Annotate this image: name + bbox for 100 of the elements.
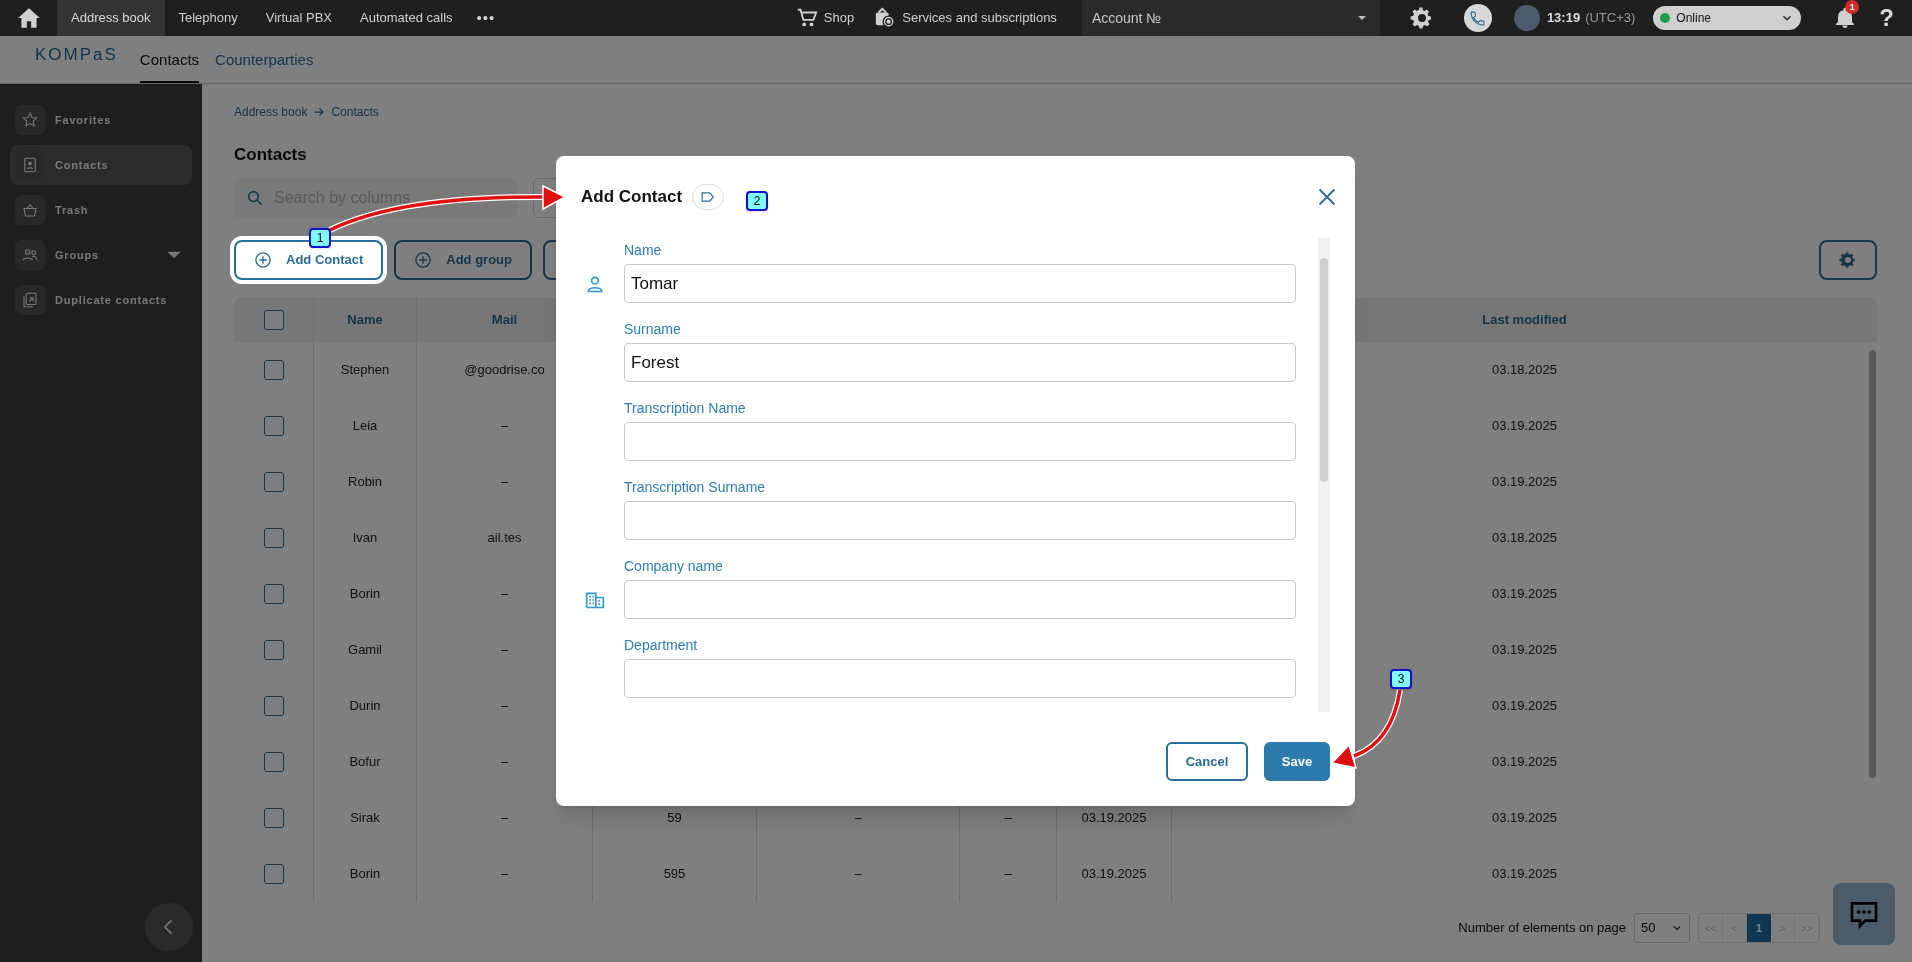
table-cell-text: 03.19.2025	[1491, 697, 1558, 716]
table-cell-text: 595	[663, 865, 686, 884]
checkbox[interactable]	[263, 584, 284, 604]
save-button[interactable]: Save	[1264, 742, 1330, 781]
checkbox[interactable]	[263, 640, 284, 660]
table-cell-text: Durin	[349, 697, 381, 716]
field-label: Department	[624, 636, 699, 655]
table-cell-text: 03.19.2025	[1491, 753, 1558, 772]
checkbox[interactable]	[263, 864, 284, 884]
table-cell-text: 03.18.2025	[1491, 361, 1558, 380]
table-cell-text: 03.19.2025	[1491, 473, 1558, 492]
table-cell-text: –	[500, 585, 509, 604]
clock-time: 13:19	[1546, 9, 1581, 28]
table-cell-text: 03.19.2025	[1081, 809, 1147, 828]
checkbox[interactable]	[263, 808, 284, 828]
status-dropdown[interactable]: Online	[1653, 6, 1802, 30]
table-cell-text: 03.19.2025	[1491, 641, 1558, 660]
nav-tab[interactable]: Virtual PBX	[251, 0, 347, 36]
table-cell-text: Stephen	[340, 361, 390, 380]
table-cell-text: –	[854, 865, 862, 884]
page-size-select[interactable]: 50	[1634, 913, 1690, 943]
checkbox[interactable]	[263, 696, 284, 716]
table-cell-text: –	[500, 697, 509, 716]
table-cell-text: –	[500, 809, 509, 828]
field-label: Name	[624, 241, 663, 260]
phone-icon	[1469, 9, 1487, 27]
shop-link[interactable]: Shop	[795, 0, 855, 36]
field-label: Surname	[624, 320, 682, 339]
avatar	[1513, 5, 1540, 31]
checkbox[interactable]	[263, 752, 284, 772]
nav-tab[interactable]: Automated calls	[346, 0, 467, 36]
scrollbar-thumb[interactable]	[1869, 350, 1876, 778]
checkbox[interactable]	[263, 416, 284, 436]
sidebar-item[interactable]: Contacts	[10, 145, 192, 185]
plus-circle-icon	[254, 251, 272, 269]
text-field[interactable]: Tomar	[624, 264, 1296, 303]
table-cell-text: –	[500, 417, 509, 436]
section-tab[interactable]: Counterparties	[215, 48, 314, 83]
field-label: Transcription Name	[624, 399, 747, 418]
services-link[interactable]: Services and subscriptions	[874, 0, 1057, 36]
table-cell-text: 03.19.2025	[1491, 585, 1558, 604]
chat-button[interactable]	[1833, 883, 1895, 945]
table-cell-text: –	[1004, 809, 1012, 828]
column-header: Last modified	[1482, 311, 1567, 330]
account-selector[interactable]: Account №	[1081, 0, 1380, 36]
column-header: Name	[347, 311, 383, 330]
text-field[interactable]	[624, 580, 1296, 619]
scrollbar-thumb[interactable]	[1320, 258, 1328, 482]
column-header: Mail	[491, 311, 518, 330]
sidebar-item[interactable]: Trash	[10, 190, 192, 230]
toolbar-button[interactable]: Add group	[394, 240, 532, 280]
step-badge: 3	[1390, 669, 1412, 689]
table-cell-text: –	[500, 641, 509, 660]
nav-tab[interactable]: Telephony	[164, 0, 252, 36]
text-field[interactable]	[624, 422, 1296, 461]
arrow-right-icon	[313, 106, 326, 118]
page-button[interactable]: 1	[1747, 914, 1771, 942]
contact-card-icon	[21, 156, 39, 174]
field-label: Transcription Surname	[624, 478, 767, 497]
text-field[interactable]	[624, 659, 1296, 698]
sidebar-item[interactable]: Groups	[10, 235, 192, 275]
wallet-icon	[874, 7, 897, 29]
table-cell-text: 03.19.2025	[1491, 417, 1558, 436]
table-cell-text: –	[500, 865, 509, 884]
table-cell-text: 59	[667, 809, 682, 828]
table-cell-text: –	[854, 809, 862, 828]
step-badge: 1	[309, 228, 331, 248]
scrollbar[interactable]	[1318, 238, 1330, 712]
checkbox[interactable]	[263, 310, 284, 330]
phone-button[interactable]	[1463, 4, 1492, 32]
timezone-label: (UTC+3)	[1585, 9, 1636, 28]
cancel-button[interactable]: Cancel	[1166, 742, 1248, 781]
nav-tab[interactable]: Address book	[57, 0, 165, 36]
gear-icon	[1839, 251, 1857, 269]
table-cell-text: –	[500, 473, 509, 492]
checkbox[interactable]	[263, 528, 284, 548]
close-button[interactable]	[1316, 186, 1338, 208]
plus-circle-icon	[414, 251, 433, 269]
more-button[interactable]: •••	[466, 0, 506, 36]
text-field[interactable]: Forest	[624, 343, 1296, 382]
table-cell-text: 03.19.2025	[1491, 865, 1558, 884]
table-cell-text: –	[500, 753, 509, 772]
table-cell-text: Sirak	[350, 809, 380, 828]
breadcrumb-link[interactable]: Address book	[234, 103, 308, 121]
text-field[interactable]	[624, 501, 1296, 540]
notification-badge: 1	[1845, 0, 1860, 14]
help-button[interactable]: ?	[1879, 0, 1894, 36]
checkbox[interactable]	[263, 360, 284, 380]
page-title: Contacts	[234, 144, 308, 166]
star-icon	[21, 111, 39, 129]
close-icon	[1317, 187, 1337, 207]
sidebar-item[interactable]: Favorites	[10, 100, 192, 140]
table-cell-text: Bofur	[349, 753, 381, 772]
dialog-title: Add Contact	[581, 186, 683, 209]
sidebar-item[interactable]: Duplicate contacts	[10, 280, 192, 320]
table-cell-text: Leia	[352, 417, 378, 436]
checkbox[interactable]	[263, 472, 284, 492]
table-cell-text: ail.tes	[487, 529, 522, 548]
duplicate-icon	[21, 291, 39, 309]
tag-icon	[701, 191, 716, 203]
